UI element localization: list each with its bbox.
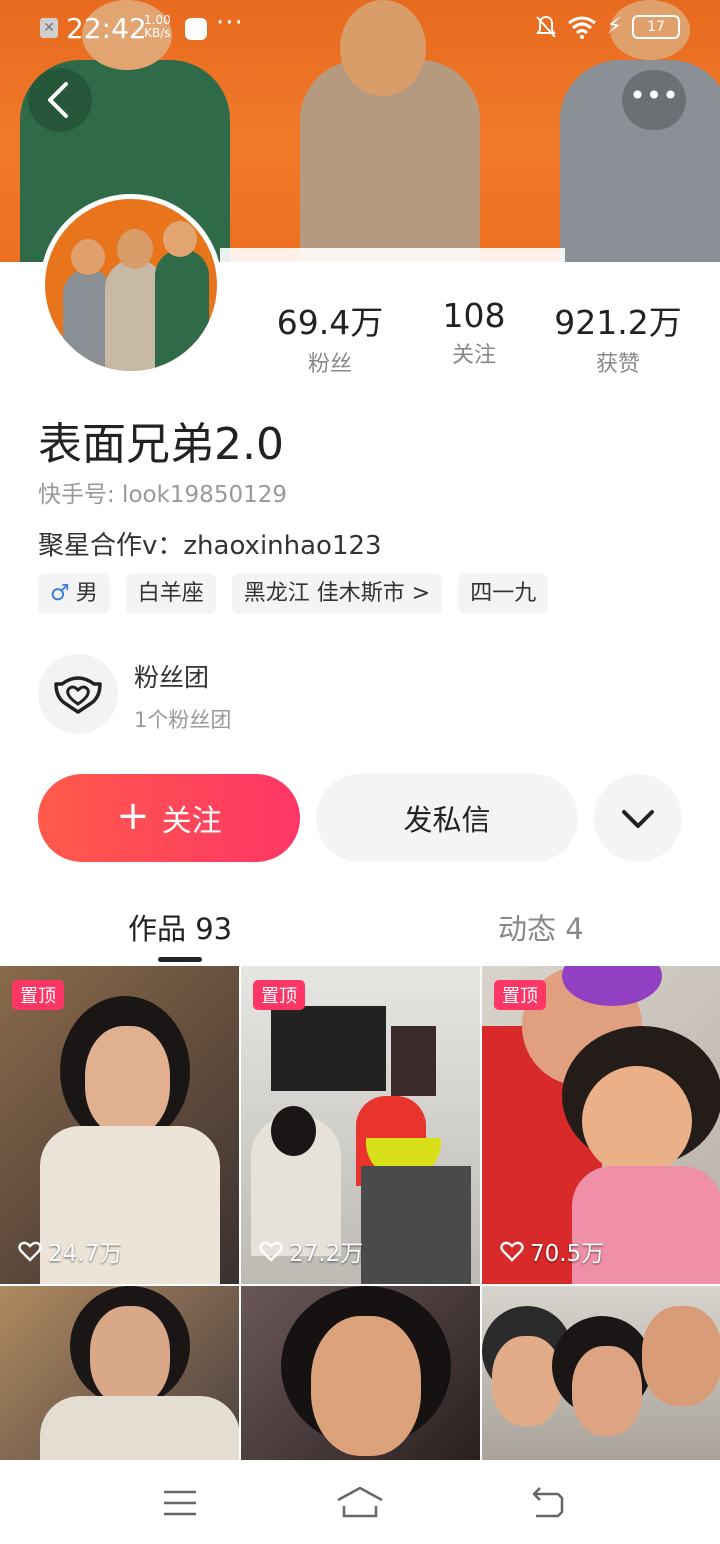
- follow-button[interactable]: + 关注: [38, 774, 300, 862]
- wifi-icon: [567, 16, 596, 39]
- likes-stat[interactable]: 921.2万 获赞: [548, 296, 688, 378]
- video-tile-1[interactable]: 置顶 24.7万: [0, 966, 239, 1284]
- more-options-button[interactable]: •••: [622, 70, 686, 130]
- pinned-badge: 置顶: [494, 980, 546, 1010]
- back-nav-icon[interactable]: [528, 1486, 568, 1520]
- gender-tag: ♂ 男: [38, 574, 110, 614]
- video-tile-4[interactable]: [0, 1286, 239, 1460]
- video-tile-5[interactable]: [241, 1286, 480, 1460]
- clock: 22:42: [66, 12, 147, 45]
- plus-icon: +: [116, 793, 150, 839]
- system-nav-bar: [0, 1460, 720, 1544]
- notification-icon: ✕: [40, 18, 58, 38]
- tab-works[interactable]: 作品 93: [128, 906, 232, 948]
- status-bar: ✕ 22:42 1.00 KB/s ··· ⚡ 17: [0, 0, 720, 58]
- fan-group-title[interactable]: 粉丝团: [134, 658, 209, 694]
- kuaishou-id[interactable]: 快手号: look19850129: [38, 475, 287, 509]
- tiktok-icon: [185, 18, 207, 40]
- mute-icon: [535, 15, 556, 38]
- heart-outline-icon: [18, 1241, 42, 1262]
- fans-stat[interactable]: 69.4万 粉丝: [260, 296, 400, 378]
- back-button[interactable]: [28, 68, 92, 132]
- heart-outline-icon: [500, 1241, 524, 1262]
- ellipsis-icon: •••: [629, 79, 679, 112]
- video-thumbnail: [241, 1286, 480, 1460]
- charging-icon: ⚡: [606, 14, 622, 39]
- video-thumbnail: [482, 1286, 720, 1460]
- more-actions-button[interactable]: [594, 774, 682, 862]
- more-notifications-icon: ···: [216, 8, 244, 38]
- profile-tags: ♂ 男 白羊座 黑龙江 佳木斯市 > 四一九: [38, 574, 549, 614]
- video-tile-2[interactable]: 置顶 27.2万: [241, 966, 480, 1284]
- menu-icon[interactable]: [160, 1488, 200, 1518]
- following-stat[interactable]: 108 关注: [404, 296, 544, 369]
- like-count: 27.2万: [259, 1234, 363, 1268]
- location-tag[interactable]: 黑龙江 佳木斯市 >: [231, 574, 443, 614]
- zodiac-tag: 白羊座: [125, 574, 216, 614]
- fan-group-icon[interactable]: [38, 654, 118, 734]
- pinned-badge: 置顶: [253, 980, 305, 1010]
- message-button[interactable]: 发私信: [316, 774, 578, 862]
- male-icon: ♂: [50, 581, 70, 606]
- profile-name: 表面兄弟2.0: [38, 419, 284, 470]
- fan-group-subtitle: 1个粉丝团: [134, 708, 232, 732]
- chevron-left-icon: [48, 82, 68, 118]
- video-tile-6[interactable]: [482, 1286, 720, 1460]
- like-count: 70.5万: [500, 1234, 604, 1268]
- pinned-badge: 置顶: [12, 980, 64, 1010]
- heart-outline-icon: [259, 1241, 283, 1262]
- home-icon[interactable]: [334, 1484, 386, 1520]
- like-count: 24.7万: [18, 1234, 122, 1268]
- battery-icon: 17: [632, 14, 680, 39]
- video-thumbnail: [0, 1286, 239, 1460]
- avatar[interactable]: [40, 194, 222, 376]
- chevron-down-icon: [622, 810, 654, 828]
- tab-moments[interactable]: 动态 4: [498, 906, 584, 948]
- tab-indicator: [158, 957, 202, 962]
- heart-badge-icon: [54, 676, 102, 714]
- extra-tag: 四一九: [458, 574, 549, 614]
- video-tile-3[interactable]: 置顶 70.5万: [482, 966, 720, 1284]
- profile-bio: 聚星合作v：zhaoxinhao123: [38, 531, 382, 561]
- banner-text-strip: [220, 248, 565, 262]
- network-speed: 1.00 KB/s: [144, 13, 171, 40]
